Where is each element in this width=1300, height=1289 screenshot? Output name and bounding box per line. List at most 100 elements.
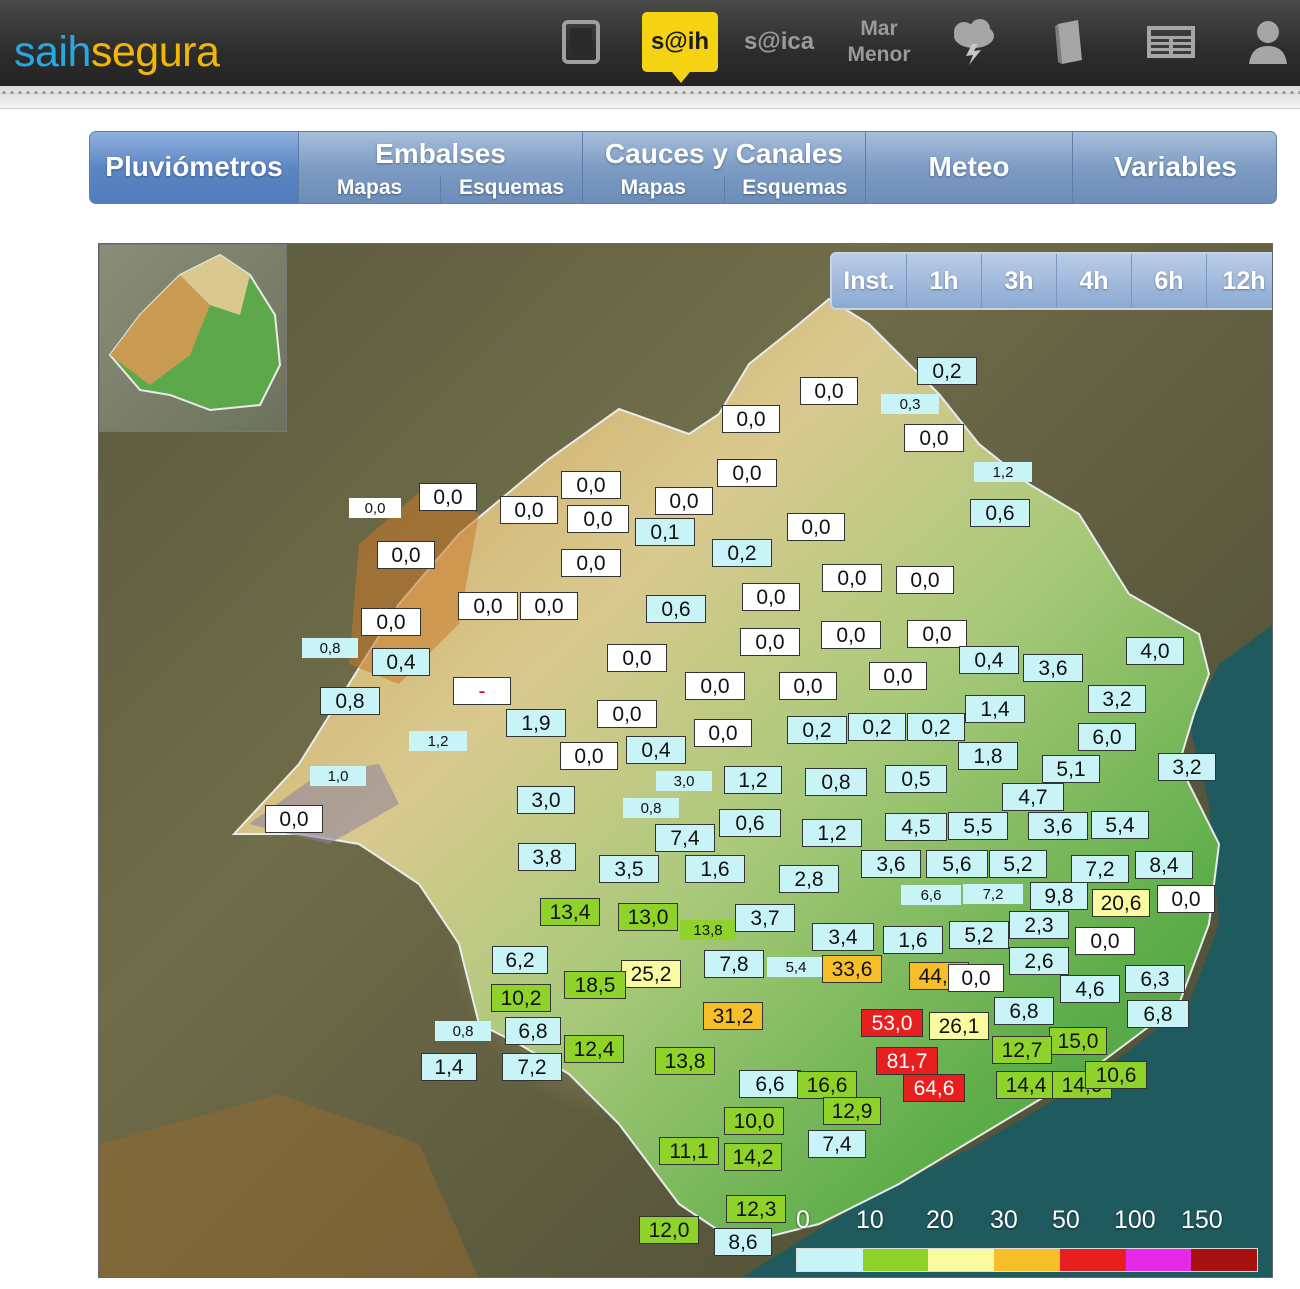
station-rainfall-value[interactable]: 0,0 — [561, 549, 621, 577]
station-rainfall-value[interactable]: 0,0 — [567, 505, 629, 533]
storm-cloud-icon[interactable] — [945, 16, 1003, 68]
station-rainfall-value[interactable]: 0,0 — [907, 620, 967, 648]
station-rainfall-value[interactable]: 0,0 — [1075, 927, 1135, 955]
station-rainfall-value[interactable]: 0,2 — [712, 539, 772, 567]
tab-embalses-esquemas[interactable]: Esquemas — [440, 176, 582, 203]
station-rainfall-value[interactable]: 0,0 — [694, 719, 752, 747]
station-rainfall-value[interactable]: 15,0 — [1049, 1027, 1107, 1055]
station-rainfall-value[interactable]: 0,0 — [821, 621, 881, 649]
station-rainfall-value[interactable]: 3,2 — [1158, 753, 1216, 781]
station-rainfall-value[interactable]: 6,6 — [901, 885, 961, 905]
nav-saica-button[interactable]: s@ica — [740, 16, 818, 68]
station-rainfall-value[interactable]: 3,5 — [599, 855, 659, 883]
station-rainfall-value[interactable]: 0,0 — [419, 483, 477, 511]
tab-meteo[interactable]: Meteo — [866, 132, 1073, 203]
station-rainfall-value[interactable]: 1,2 — [409, 731, 467, 751]
station-rainfall-value[interactable]: 0,5 — [885, 765, 947, 793]
station-rainfall-value[interactable]: 0,6 — [646, 595, 706, 623]
station-rainfall-value[interactable]: 5,1 — [1042, 755, 1100, 783]
station-rainfall-value[interactable]: 1,0 — [310, 766, 366, 786]
station-rainfall-value[interactable]: 0,0 — [265, 805, 323, 833]
station-rainfall-value[interactable]: 6,6 — [739, 1070, 801, 1098]
station-rainfall-value[interactable]: 0,0 — [787, 513, 845, 541]
station-rainfall-value[interactable]: 5,4 — [1091, 811, 1149, 839]
station-rainfall-value[interactable]: 0,6 — [719, 809, 781, 837]
station-rainfall-value[interactable]: 25,2 — [621, 960, 681, 988]
station-rainfall-value[interactable]: 11,1 — [659, 1137, 719, 1165]
station-rainfall-value[interactable]: 4,6 — [1060, 975, 1120, 1003]
station-rainfall-value[interactable]: 1,2 — [802, 819, 862, 847]
tab-pluviometros[interactable]: Pluviómetros — [90, 132, 299, 203]
station-rainfall-value[interactable]: 7,2 — [963, 884, 1023, 904]
tab-variables[interactable]: Variables — [1073, 132, 1276, 203]
tablet-icon[interactable] — [556, 16, 606, 68]
user-icon[interactable] — [1244, 16, 1292, 68]
station-rainfall-value[interactable]: 5,4 — [767, 957, 825, 977]
station-rainfall-value[interactable]: 3,7 — [735, 904, 795, 932]
station-rainfall-value[interactable]: 0,4 — [626, 736, 686, 764]
station-rainfall-value[interactable]: 6,0 — [1078, 723, 1136, 751]
overview-minimap[interactable] — [99, 244, 287, 432]
station-rainfall-value[interactable]: 12,4 — [564, 1035, 624, 1063]
station-rainfall-value[interactable]: 5,5 — [948, 812, 1008, 840]
period-3h[interactable]: 3h — [982, 254, 1057, 308]
station-rainfall-value[interactable]: 0,8 — [805, 768, 867, 796]
station-rainfall-value[interactable]: 14,2 — [724, 1143, 782, 1171]
station-rainfall-value[interactable]: 0,0 — [740, 628, 800, 656]
station-rainfall-value[interactable]: 1,2 — [724, 766, 782, 794]
station-rainfall-value[interactable]: 0,6 — [970, 499, 1030, 527]
station-rainfall-value[interactable]: 0,0 — [904, 424, 964, 452]
nav-saih-button[interactable]: s@ih — [642, 12, 718, 83]
station-rainfall-value[interactable]: 0,0 — [597, 700, 657, 728]
station-rainfall-value[interactable]: 3,6 — [1028, 812, 1088, 840]
station-rainfall-value[interactable]: 1,9 — [506, 709, 566, 737]
station-rainfall-value[interactable]: 0,0 — [655, 487, 713, 515]
station-rainfall-value[interactable]: 10,0 — [724, 1107, 784, 1135]
station-rainfall-value[interactable]: 12,0 — [639, 1216, 699, 1244]
station-rainfall-value[interactable]: 13,8 — [680, 920, 736, 940]
station-rainfall-value[interactable]: 10,2 — [491, 984, 551, 1012]
station-rainfall-value[interactable]: 0,8 — [435, 1021, 491, 1041]
station-rainfall-value[interactable]: 0,0 — [520, 592, 578, 620]
station-rainfall-value[interactable]: 0,2 — [907, 713, 965, 741]
station-rainfall-value[interactable]: 0,0 — [948, 964, 1004, 992]
station-rainfall-value[interactable]: 0,0 — [722, 405, 780, 433]
station-rainfall-value[interactable]: 4,7 — [1002, 783, 1064, 811]
station-rainfall-value[interactable]: 0,0 — [742, 583, 800, 611]
station-rainfall-value[interactable]: 0,8 — [302, 638, 358, 658]
station-rainfall-value[interactable]: 13,0 — [618, 903, 678, 931]
station-rainfall-value[interactable]: 0,0 — [607, 644, 667, 672]
station-rainfall-value[interactable]: 0,0 — [349, 498, 401, 518]
station-rainfall-value[interactable]: 53,0 — [861, 1009, 923, 1037]
station-rainfall-value[interactable]: 8,6 — [714, 1228, 772, 1256]
station-rainfall-value[interactable]: 7,4 — [808, 1130, 866, 1158]
station-rainfall-value[interactable]: 0,0 — [869, 662, 927, 690]
station-rainfall-value[interactable]: 1,4 — [421, 1053, 477, 1081]
station-rainfall-value[interactable]: 1,2 — [974, 462, 1032, 482]
station-rainfall-value[interactable]: 3,6 — [861, 850, 921, 878]
station-rainfall-value[interactable]: 0,0 — [717, 459, 777, 487]
station-rainfall-value[interactable]: 0,0 — [685, 672, 745, 700]
station-rainfall-value[interactable]: 14,4 — [996, 1071, 1056, 1099]
station-rainfall-value[interactable]: 7,2 — [502, 1053, 562, 1081]
station-rainfall-value[interactable]: 6,8 — [505, 1017, 561, 1045]
period-12h[interactable]: 12h — [1207, 254, 1272, 308]
station-rainfall-value[interactable]: 0,2 — [848, 713, 906, 741]
station-rainfall-value[interactable]: 3,0 — [517, 786, 575, 814]
station-rainfall-value[interactable]: 0,0 — [896, 566, 954, 594]
station-rainfall-value[interactable]: 7,4 — [655, 824, 715, 852]
station-rainfall-value[interactable]: 6,8 — [994, 997, 1054, 1025]
book-icon[interactable] — [1048, 16, 1092, 68]
period-4h[interactable]: 4h — [1057, 254, 1132, 308]
station-rainfall-value[interactable]: 0,0 — [561, 471, 621, 499]
station-rainfall-value[interactable]: 0,0 — [800, 377, 858, 405]
tab-cauces-mapas[interactable]: Mapas — [583, 176, 724, 203]
station-rainfall-value[interactable]: 0,2 — [787, 716, 847, 744]
station-rainfall-value[interactable]: 0,4 — [372, 648, 430, 676]
station-rainfall-value[interactable]: 18,5 — [564, 971, 626, 999]
station-rainfall-value[interactable]: 0,0 — [377, 541, 435, 569]
station-rainfall-value[interactable]: 2,3 — [1009, 911, 1069, 939]
station-rainfall-value[interactable]: 12,9 — [823, 1097, 881, 1125]
station-rainfall-value[interactable]: 81,7 — [876, 1047, 938, 1075]
station-rainfall-value[interactable]: 5,2 — [989, 850, 1047, 878]
